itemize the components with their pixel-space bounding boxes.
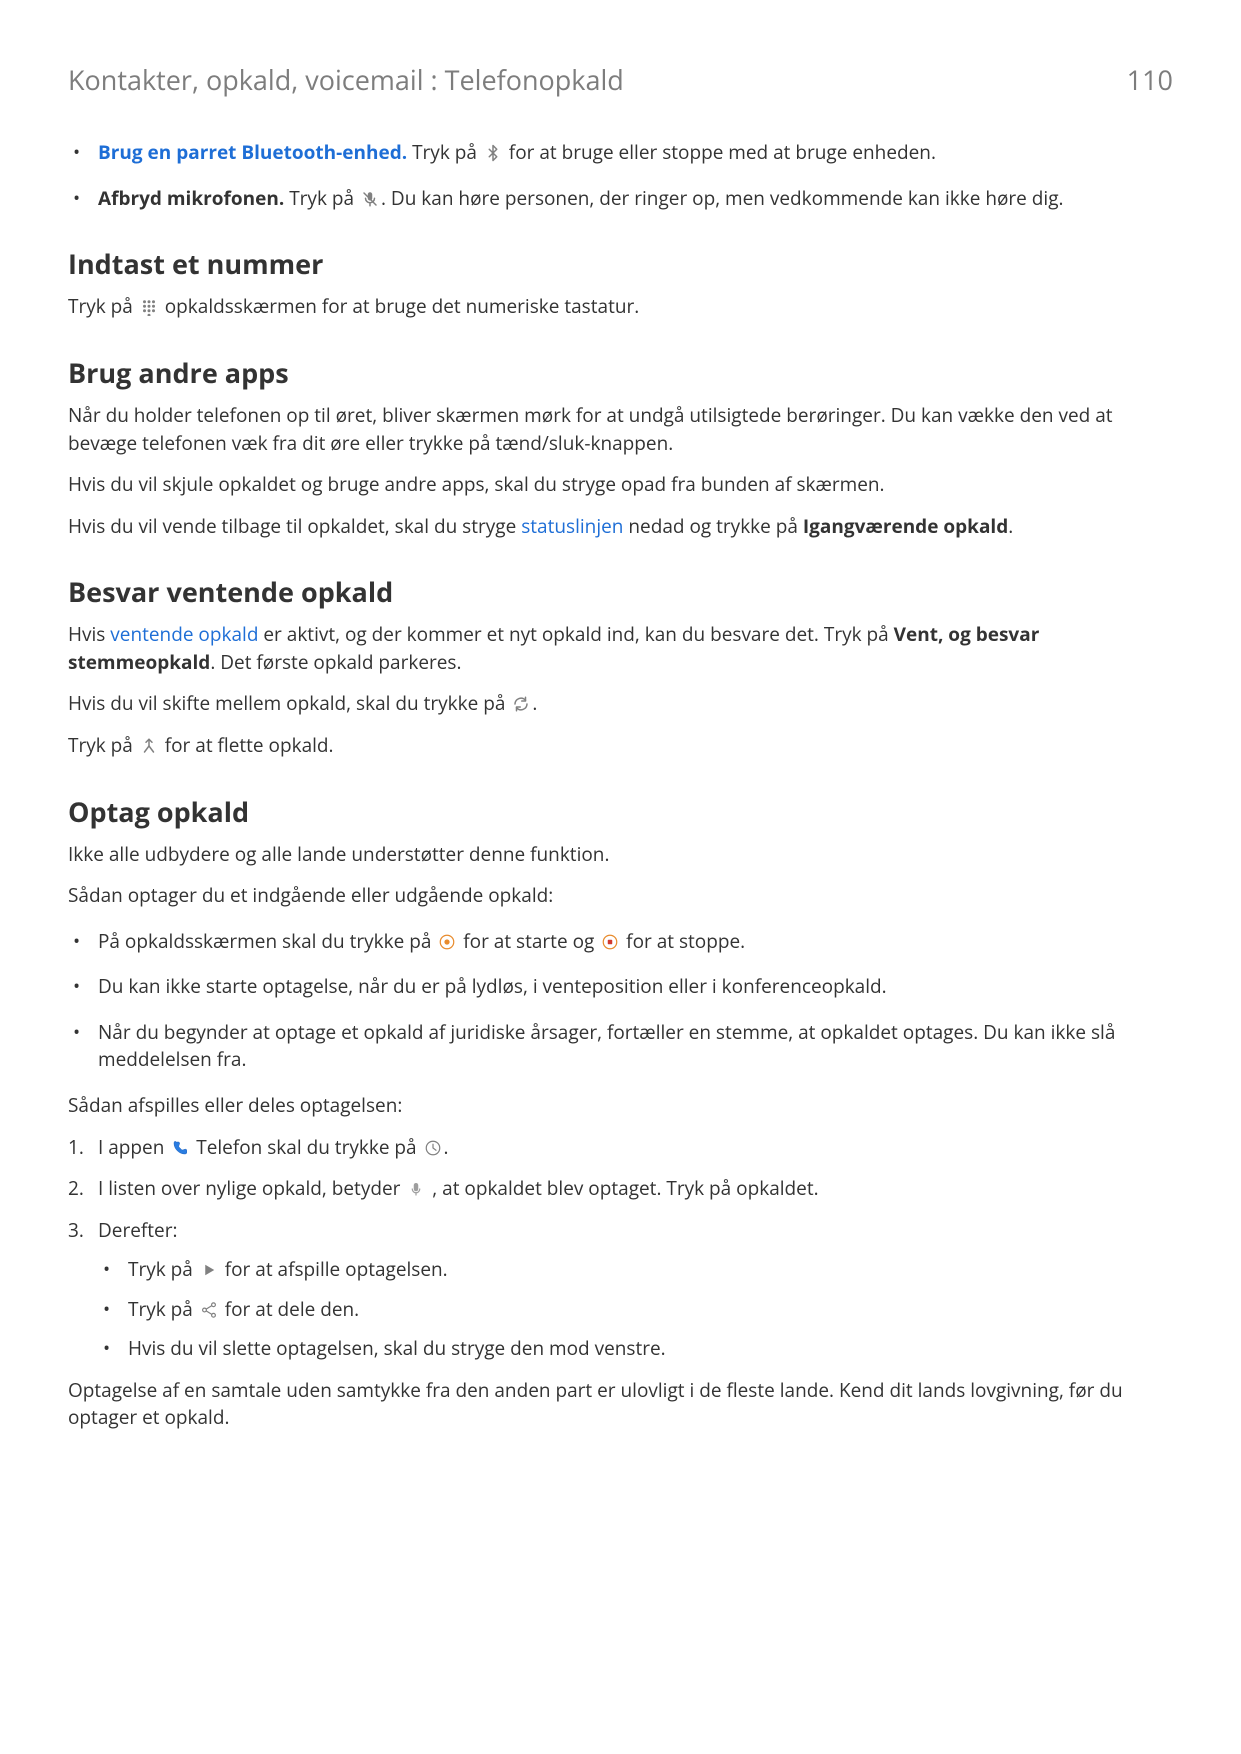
- record-p3: Sådan afspilles eller deles optagelsen:: [68, 1092, 1173, 1120]
- heading-enter-number: Indtast et nummer: [68, 244, 1173, 283]
- text: Tryk på: [407, 139, 482, 165]
- recorded-call-icon: [407, 1180, 425, 1198]
- text: . Det første opkald parkeres.: [210, 649, 461, 675]
- other-apps-p3: Hvis du vil vende tilbage til opkaldet, …: [68, 513, 1173, 541]
- text: for at starte og: [458, 928, 599, 954]
- share-icon: [200, 1301, 218, 1319]
- heading-call-waiting: Besvar ventende opkald: [68, 572, 1173, 611]
- text: er aktivt, og der kommer et nyt opkald i…: [258, 621, 893, 647]
- step-3-delete: Hvis du vil slette optagelsen, skal du s…: [98, 1335, 1173, 1363]
- record-legal: Optagelse af en samtale uden samtykke fr…: [68, 1377, 1173, 1432]
- step-3: Derefter: Tryk på for at afspille optage…: [68, 1217, 1173, 1363]
- record-p1: Ikke alle udbydere og alle lande underst…: [68, 841, 1173, 869]
- phone-app-icon: [171, 1139, 189, 1157]
- dialpad-icon: [140, 298, 158, 316]
- text: for at afspille optagelsen.: [220, 1256, 448, 1282]
- other-apps-p1: Når du holder telefonen op til øret, bli…: [68, 402, 1173, 457]
- text: På opkaldsskærmen skal du trykke på: [98, 928, 436, 954]
- call-waiting-p1: Hvis ventende opkald er aktivt, og der k…: [68, 621, 1173, 676]
- step-3-options: Tryk på for at afspille optagelsen. Tryk…: [98, 1256, 1173, 1363]
- call-waiting-p3: Tryk på for at flette opkald.: [68, 732, 1173, 760]
- intro-bullets: Brug en parret Bluetooth-enhed. Tryk på …: [68, 139, 1173, 212]
- heading-other-apps: Brug andre apps: [68, 353, 1173, 392]
- bullet-bluetooth: Brug en parret Bluetooth-enhed. Tryk på …: [68, 139, 1173, 167]
- text: Tryk på: [128, 1256, 198, 1282]
- playback-steps: I appen Telefon skal du trykke på . I li…: [68, 1134, 1173, 1363]
- call-waiting-link[interactable]: ventende opkald: [110, 621, 258, 647]
- text: .: [532, 690, 537, 716]
- recent-icon: [424, 1139, 442, 1157]
- text: for at flette opkald.: [160, 732, 334, 758]
- text: I appen: [98, 1134, 169, 1160]
- text: nedad og trykke på: [623, 513, 802, 539]
- bluetooth-link[interactable]: Brug en parret Bluetooth-enhed.: [98, 139, 407, 165]
- bluetooth-icon: [484, 144, 502, 162]
- text: Hvis du vil skifte mellem opkald, skal d…: [68, 690, 510, 716]
- step-2: I listen over nylige opkald, betyder , a…: [68, 1175, 1173, 1203]
- record-stop-icon: [601, 933, 619, 951]
- heading-record: Optag opkald: [68, 792, 1173, 831]
- page-number: 110: [1127, 60, 1173, 99]
- step-1: I appen Telefon skal du trykke på .: [68, 1134, 1173, 1162]
- record-b3: Når du begynder at optage et opkald af j…: [68, 1019, 1173, 1074]
- text: I listen over nylige opkald, betyder: [98, 1175, 405, 1201]
- ongoing-call-label: Igangværende opkald: [803, 513, 1008, 539]
- text: for at dele den.: [220, 1296, 359, 1322]
- text: .: [1008, 513, 1013, 539]
- record-b1: På opkaldsskærmen skal du trykke på for …: [68, 928, 1173, 956]
- bullet-mute: Afbryd mikrofonen. Tryk på . Du kan høre…: [68, 185, 1173, 213]
- text: Tryk på: [68, 732, 138, 758]
- record-b2: Du kan ikke starte optagelse, når du er …: [68, 973, 1173, 1001]
- text: for at bruge eller stoppe med at bruge e…: [504, 139, 936, 165]
- document-page: Kontakter, opkald, voicemail : Telefonop…: [0, 0, 1241, 1526]
- merge-calls-icon: [140, 737, 158, 755]
- call-waiting-p2: Hvis du vil skifte mellem opkald, skal d…: [68, 690, 1173, 718]
- breadcrumb: Kontakter, opkald, voicemail : Telefonop…: [68, 60, 624, 99]
- text: Derefter:: [98, 1217, 177, 1243]
- text: .: [444, 1134, 449, 1160]
- text: . Du kan høre personen, der ringer op, m…: [381, 185, 1064, 211]
- enter-number-text: Tryk på opkaldsskærmen for at bruge det …: [68, 293, 1173, 321]
- page-header: Kontakter, opkald, voicemail : Telefonop…: [68, 60, 1173, 99]
- text: , at opkaldet blev optaget. Tryk på opka…: [427, 1175, 818, 1201]
- record-p2: Sådan optager du et indgående eller udgå…: [68, 882, 1173, 910]
- record-bullets: På opkaldsskærmen skal du trykke på for …: [68, 928, 1173, 1074]
- text: Hvis du vil vende tilbage til opkaldet, …: [68, 513, 521, 539]
- text: Tryk på: [128, 1296, 198, 1322]
- text: Hvis: [68, 621, 110, 647]
- mic-off-icon: [361, 190, 379, 208]
- text: Telefon skal du trykke på: [191, 1134, 421, 1160]
- swap-calls-icon: [512, 695, 530, 713]
- mute-label: Afbryd mikrofonen.: [98, 185, 284, 211]
- text: opkaldsskærmen for at bruge det numerisk…: [160, 293, 639, 319]
- text: Tryk på: [284, 185, 359, 211]
- other-apps-p2: Hvis du vil skjule opkaldet og bruge and…: [68, 471, 1173, 499]
- step-3-play: Tryk på for at afspille optagelsen.: [98, 1256, 1173, 1284]
- statusbar-link[interactable]: statuslinjen: [521, 513, 623, 539]
- play-icon: [200, 1261, 218, 1279]
- text: for at stoppe.: [621, 928, 745, 954]
- text: Tryk på: [68, 293, 138, 319]
- record-start-icon: [438, 933, 456, 951]
- step-3-share: Tryk på for at dele den.: [98, 1296, 1173, 1324]
